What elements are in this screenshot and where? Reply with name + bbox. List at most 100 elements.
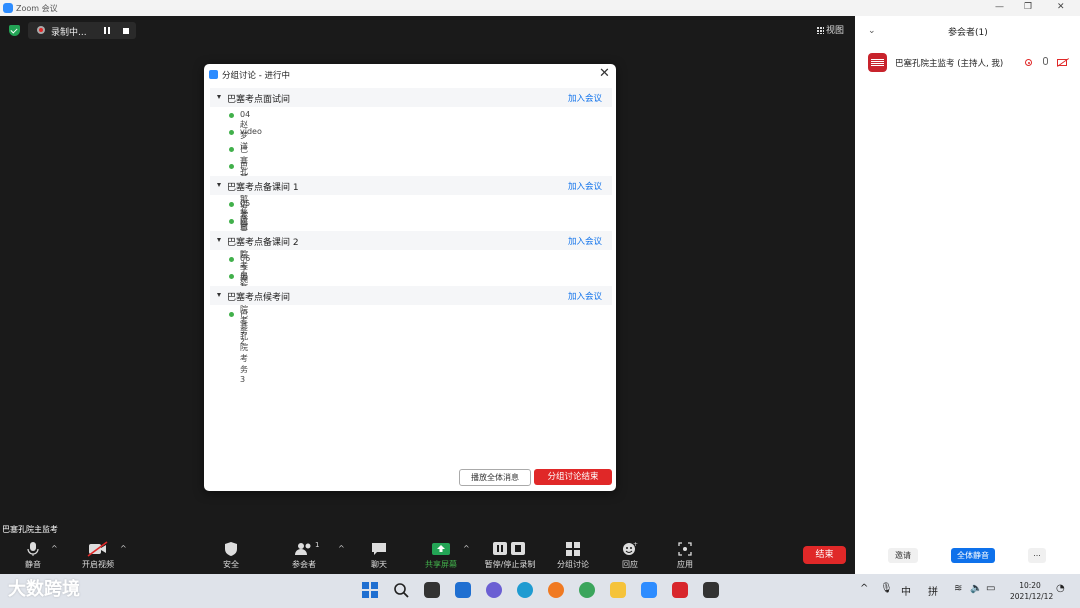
end-breakout-button[interactable]: 分组讨论结束 bbox=[534, 469, 612, 485]
zoom-logo-icon bbox=[3, 3, 13, 13]
breakout-room-header[interactable]: 巴塞考点面试间 加入会议 bbox=[210, 88, 612, 107]
video-off-icon[interactable] bbox=[1057, 59, 1067, 66]
apps-icon bbox=[660, 541, 710, 557]
join-room-link[interactable]: 加入会议 bbox=[568, 92, 602, 104]
online-status-icon bbox=[229, 164, 234, 169]
join-room-link[interactable]: 加入会议 bbox=[568, 180, 602, 192]
7zip-icon[interactable] bbox=[703, 582, 719, 598]
start-video-button[interactable]: 开启视频 bbox=[73, 541, 123, 570]
share-screen-button[interactable]: 共享屏幕 bbox=[416, 541, 466, 570]
task-view-icon[interactable] bbox=[424, 582, 440, 598]
encryption-shield-icon[interactable] bbox=[9, 25, 20, 36]
breakout-label: 分组讨论 bbox=[557, 560, 589, 569]
window-titlebar: Zoom 会议 — ❐ ✕ bbox=[0, 0, 1080, 16]
record-label: 暂停/停止录制 bbox=[484, 560, 536, 569]
mute-all-button[interactable]: 全体静音 bbox=[951, 548, 995, 563]
breakout-rooms-button[interactable]: 分组讨论 bbox=[548, 541, 598, 570]
caret-down-icon[interactable] bbox=[217, 95, 221, 99]
apps-button[interactable]: 应用 bbox=[660, 541, 710, 570]
breakout-room-header[interactable]: 巴塞考点备课间 2 加入会议 bbox=[210, 231, 612, 250]
minimize-button[interactable]: — bbox=[995, 2, 1004, 12]
mute-label: 静音 bbox=[25, 560, 41, 569]
firefox-icon[interactable] bbox=[548, 582, 564, 598]
clock-time: 10:20 bbox=[1019, 581, 1041, 590]
breakout-room-header[interactable]: 巴塞考点备课间 1 加入会议 bbox=[210, 176, 612, 195]
online-status-icon bbox=[229, 113, 234, 118]
pause-recording-icon[interactable] bbox=[104, 27, 110, 34]
stop-recording-icon[interactable] bbox=[123, 28, 129, 34]
more-options-button[interactable]: ... bbox=[1028, 548, 1046, 563]
restore-button[interactable]: ❐ bbox=[1024, 2, 1032, 12]
end-meeting-button[interactable]: 结束 bbox=[803, 546, 846, 564]
online-status-icon bbox=[229, 202, 234, 207]
ime-language[interactable]: 中 bbox=[901, 583, 911, 598]
collapse-chevron-icon[interactable]: ⌄ bbox=[868, 26, 876, 36]
caret-down-icon[interactable] bbox=[217, 293, 221, 297]
room-name: 巴塞考点备课间 2 bbox=[227, 238, 299, 248]
close-icon[interactable]: ✕ bbox=[599, 66, 610, 81]
edge-browser-icon[interactable] bbox=[517, 582, 533, 598]
file-explorer-icon[interactable] bbox=[610, 582, 626, 598]
search-icon[interactable] bbox=[393, 582, 409, 598]
wifi-icon[interactable]: ≋ bbox=[954, 583, 962, 594]
breakout-room-header[interactable]: 巴塞考点候考间 加入会议 bbox=[210, 286, 612, 305]
invite-button[interactable]: 邀请 bbox=[888, 548, 918, 563]
reactions-label: 回应 bbox=[622, 560, 638, 569]
grid-view-icon bbox=[817, 27, 824, 34]
security-label: 安全 bbox=[223, 560, 239, 569]
reactions-button[interactable]: + 回应 bbox=[605, 541, 655, 570]
zoom-app-icon[interactable] bbox=[641, 582, 657, 598]
recording-status-icon bbox=[1025, 59, 1032, 66]
widgets-icon[interactable] bbox=[455, 582, 471, 598]
video-options-caret-icon[interactable]: ^ bbox=[120, 544, 127, 553]
zoom-logo-icon bbox=[209, 70, 218, 79]
dialog-title: 分组讨论 - 进行中 bbox=[222, 71, 290, 81]
system-clock[interactable]: 10:20 2021/12/12 bbox=[1010, 580, 1054, 602]
participants-button[interactable]: 1 参会者 bbox=[279, 541, 329, 570]
participant-name: 巴塞孔院主监考 (主持人, 我) bbox=[895, 59, 1004, 69]
battery-icon[interactable]: ▭ bbox=[986, 583, 995, 594]
ime-mode[interactable]: 拼 bbox=[928, 583, 938, 598]
share-caret-icon[interactable]: ^ bbox=[463, 544, 470, 553]
teams-chat-icon[interactable] bbox=[486, 582, 502, 598]
view-button[interactable]: 视图 bbox=[817, 23, 844, 36]
breakout-rooms-dialog: 分组讨论 - 进行中 ✕ 巴塞考点面试间 加入会议 04 赵梦洋 video 巴… bbox=[204, 64, 616, 491]
notification-icon[interactable]: ◔ bbox=[1056, 583, 1065, 594]
windows-start-icon[interactable] bbox=[362, 582, 378, 598]
caret-down-icon[interactable] bbox=[217, 238, 221, 242]
online-status-icon bbox=[229, 147, 234, 152]
share-screen-icon bbox=[416, 541, 466, 557]
room-name: 巴塞考点备课间 1 bbox=[227, 183, 299, 193]
participants-label: 参会者 bbox=[292, 560, 316, 569]
online-status-icon bbox=[229, 274, 234, 279]
online-status-icon bbox=[229, 130, 234, 135]
broadcast-message-button[interactable]: 播放全体消息 bbox=[459, 469, 531, 486]
chrome-icon[interactable] bbox=[579, 582, 595, 598]
participants-icon: 1 bbox=[279, 541, 329, 557]
clock-date: 2021/12/12 bbox=[1010, 592, 1054, 601]
caret-down-icon[interactable] bbox=[217, 183, 221, 187]
join-room-link[interactable]: 加入会议 bbox=[568, 235, 602, 247]
microphone-tray-icon[interactable]: 🎙 bbox=[880, 583, 893, 594]
show-hidden-icons-chevron-icon[interactable]: ^ bbox=[860, 583, 868, 594]
chat-button[interactable]: 聊天 bbox=[354, 541, 404, 570]
windows-taskbar: 大数跨境 ^ 🎙 中 拼 ≋ 🔈 ▭ 10:20 2021/12/12 ◔ bbox=[0, 574, 1080, 608]
breakout-rooms-icon bbox=[548, 541, 598, 557]
join-room-link[interactable]: 加入会议 bbox=[568, 290, 602, 302]
view-label: 视图 bbox=[826, 26, 845, 36]
member-name: video bbox=[240, 127, 262, 136]
online-status-icon bbox=[229, 312, 234, 317]
security-button[interactable]: 安全 bbox=[206, 541, 256, 570]
recording-indicator: 录制中... bbox=[28, 22, 136, 39]
volume-icon[interactable]: 🔈 bbox=[970, 583, 982, 594]
close-window-button[interactable]: ✕ bbox=[1057, 2, 1065, 12]
chat-label: 聊天 bbox=[371, 560, 387, 569]
audio-options-caret-icon[interactable]: ^ bbox=[51, 544, 58, 553]
window-title: Zoom 会议 bbox=[16, 4, 58, 13]
pause-stop-recording-button[interactable]: 暂停/停止录制 bbox=[476, 541, 544, 570]
microphone-icon[interactable] bbox=[1043, 57, 1048, 65]
wps-office-icon[interactable] bbox=[672, 582, 688, 598]
member-name: 巴塞孔院考务3 bbox=[240, 310, 248, 384]
panel-title: 参会者(1) bbox=[948, 28, 988, 38]
participants-caret-icon[interactable]: ^ bbox=[338, 544, 345, 553]
